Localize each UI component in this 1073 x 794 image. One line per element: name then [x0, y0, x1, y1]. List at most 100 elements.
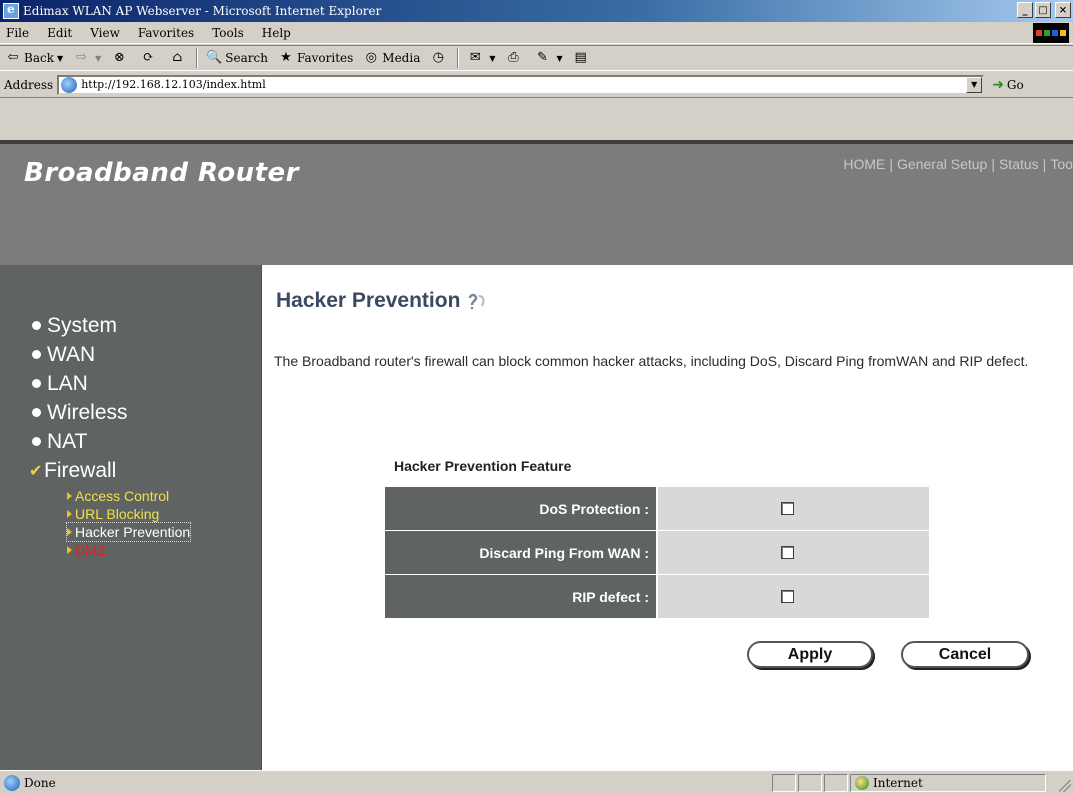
edit-button[interactable]: ✎ ▼	[530, 47, 568, 69]
menu-view[interactable]: View	[81, 26, 129, 40]
window-title: Edimax WLAN AP Webserver - Microsoft Int…	[23, 4, 382, 18]
feature-table: DoS Protection : Discard Ping From WAN :…	[385, 487, 929, 619]
refresh-button[interactable]: ⟳	[135, 47, 164, 69]
triangle-bullet-icon	[67, 510, 72, 518]
table-row: RIP defect :	[385, 575, 929, 619]
discard-ping-cell	[658, 531, 929, 574]
rip-defect-checkbox[interactable]	[781, 590, 794, 603]
sidebar-item-lan[interactable]: LAN	[32, 369, 190, 398]
address-url[interactable]: http://192.168.12.103/index.html	[81, 78, 266, 91]
menu-bar: File Edit View Favorites Tools Help	[0, 22, 1073, 44]
menu-edit[interactable]: Edit	[38, 26, 81, 40]
nav-separator: |	[889, 156, 894, 172]
back-button[interactable]: ⇦ Back ▼	[0, 47, 68, 69]
submenu-url-blocking[interactable]: URL Blocking	[67, 505, 190, 523]
menu-favorites[interactable]: Favorites	[129, 26, 203, 40]
submenu-label: Hacker Prevention	[75, 524, 191, 540]
bullet-icon	[32, 437, 41, 446]
forward-dropdown-icon[interactable]: ▼	[95, 54, 101, 63]
search-button[interactable]: 🔍 Search	[201, 47, 273, 69]
status-pane	[772, 773, 796, 792]
submenu-hacker-prevention[interactable]: Hacker Prevention	[65, 522, 192, 542]
menu-file[interactable]: File	[0, 26, 38, 40]
status-text: Done	[24, 775, 56, 790]
nav-home[interactable]: HOME	[843, 156, 885, 172]
sidebar-item-nat[interactable]: NAT	[32, 427, 190, 456]
favorites-button[interactable]: ★ Favorites	[273, 47, 358, 69]
cancel-button[interactable]: Cancel	[901, 641, 1029, 668]
sidebar-item-label: LAN	[47, 371, 88, 395]
go-button[interactable]: ➜ Go	[992, 77, 1024, 93]
status-text-pane: Done	[0, 774, 772, 791]
status-pane	[824, 773, 848, 792]
discuss-icon: ▤	[574, 50, 587, 65]
submenu-label: Access Control	[75, 488, 170, 504]
minimize-button[interactable]: _	[1017, 2, 1033, 18]
favorites-icon: ★	[280, 50, 292, 65]
home-button[interactable]: ⌂	[164, 47, 193, 69]
sidebar: System WAN LAN Wireless NAT ✔ Firewall Ac…	[0, 265, 262, 770]
top-nav: HOME|General Setup|Status|Tool	[843, 156, 1073, 172]
apply-button[interactable]: Apply	[747, 641, 873, 668]
sidebar-item-system[interactable]: System	[32, 311, 190, 340]
browser-window: Edimax WLAN AP Webserver - Microsoft Int…	[0, 0, 1073, 794]
help-icon-graphic	[469, 293, 485, 310]
address-input[interactable]: http://192.168.12.103/index.html ▼	[57, 74, 985, 95]
triangle-bullet-icon	[67, 528, 72, 536]
history-button[interactable]: ◷	[425, 47, 454, 69]
submenu-dmz[interactable]: DMZ	[67, 541, 190, 559]
page-title: Hacker Prevention	[276, 289, 488, 313]
nav-tool[interactable]: Tool	[1050, 156, 1073, 172]
page-viewport: Broadband Router HOME | General Setup | Stat…	[0, 140, 1073, 770]
resize-grip[interactable]	[1059, 780, 1071, 792]
sidebar-item-label: System	[47, 313, 118, 337]
stop-button[interactable]: ⊗	[106, 47, 135, 69]
mail-dropdown-icon[interactable]: ▼	[489, 54, 495, 63]
edit-icon: ✎	[537, 50, 548, 65]
favorites-label: Favorites	[296, 51, 354, 65]
print-button[interactable]: ⎙	[501, 47, 530, 69]
forward-button[interactable]: ⇨ ▼	[68, 47, 106, 69]
bullet-icon	[32, 379, 41, 388]
title-bar: Edimax WLAN AP Webserver - Microsoft Int…	[0, 0, 1073, 22]
sidebar-item-firewall[interactable]: ✔ Firewall	[29, 456, 190, 485]
nav-status[interactable]: Status	[999, 156, 1039, 172]
table-row: DoS Protection :	[385, 487, 929, 531]
close-button[interactable]: ×	[1055, 2, 1071, 18]
dos-protection-checkbox[interactable]	[781, 502, 794, 515]
go-label: Go	[1006, 77, 1024, 92]
sidebar-item-wireless[interactable]: Wireless	[32, 398, 190, 427]
back-label: Back	[24, 51, 54, 65]
address-bar: Address http://192.168.12.103/index.html…	[0, 72, 1073, 98]
submenu-access-control[interactable]: Access Control	[67, 487, 190, 505]
menu-tools[interactable]: Tools	[203, 26, 253, 40]
bullet-icon	[32, 321, 41, 330]
edit-dropdown-icon[interactable]: ▼	[557, 54, 563, 63]
nav-separator: |	[1042, 156, 1047, 172]
nav-general-setup[interactable]: General Setup	[897, 156, 987, 172]
firewall-submenu: Access Control URL Blocking Hacker Preve…	[65, 487, 192, 559]
search-label: Search	[225, 51, 268, 65]
toolbar-separator	[457, 48, 460, 68]
media-button[interactable]: ◎ Media	[358, 47, 425, 69]
back-dropdown-icon[interactable]: ▼	[57, 54, 63, 63]
home-icon: ⌂	[172, 50, 183, 65]
sidebar-menu: System WAN LAN Wireless NAT ✔ Firewall Ac…	[29, 311, 192, 559]
mail-button[interactable]: ✉ ▼	[462, 47, 500, 69]
forward-arrow-icon: ⇨	[75, 50, 87, 65]
menu-help[interactable]: Help	[253, 26, 300, 40]
maximize-button[interactable]: □	[1035, 2, 1051, 18]
router-header: Broadband Router HOME | General Setup | Stat…	[0, 140, 1073, 265]
status-pane	[798, 773, 822, 792]
discuss-button[interactable]: ▤	[568, 47, 597, 69]
page-icon	[61, 76, 78, 93]
help-icon[interactable]	[466, 292, 488, 310]
refresh-icon: ⟳	[142, 50, 154, 65]
status-bar: Done Internet	[0, 770, 1073, 794]
history-icon: ◷	[432, 50, 445, 65]
page-done-icon	[4, 774, 20, 791]
sidebar-item-wan[interactable]: WAN	[32, 340, 190, 369]
discard-ping-checkbox[interactable]	[781, 546, 794, 559]
address-dropdown-icon[interactable]: ▼	[966, 76, 983, 93]
security-zone-pane: Internet	[850, 773, 1046, 792]
